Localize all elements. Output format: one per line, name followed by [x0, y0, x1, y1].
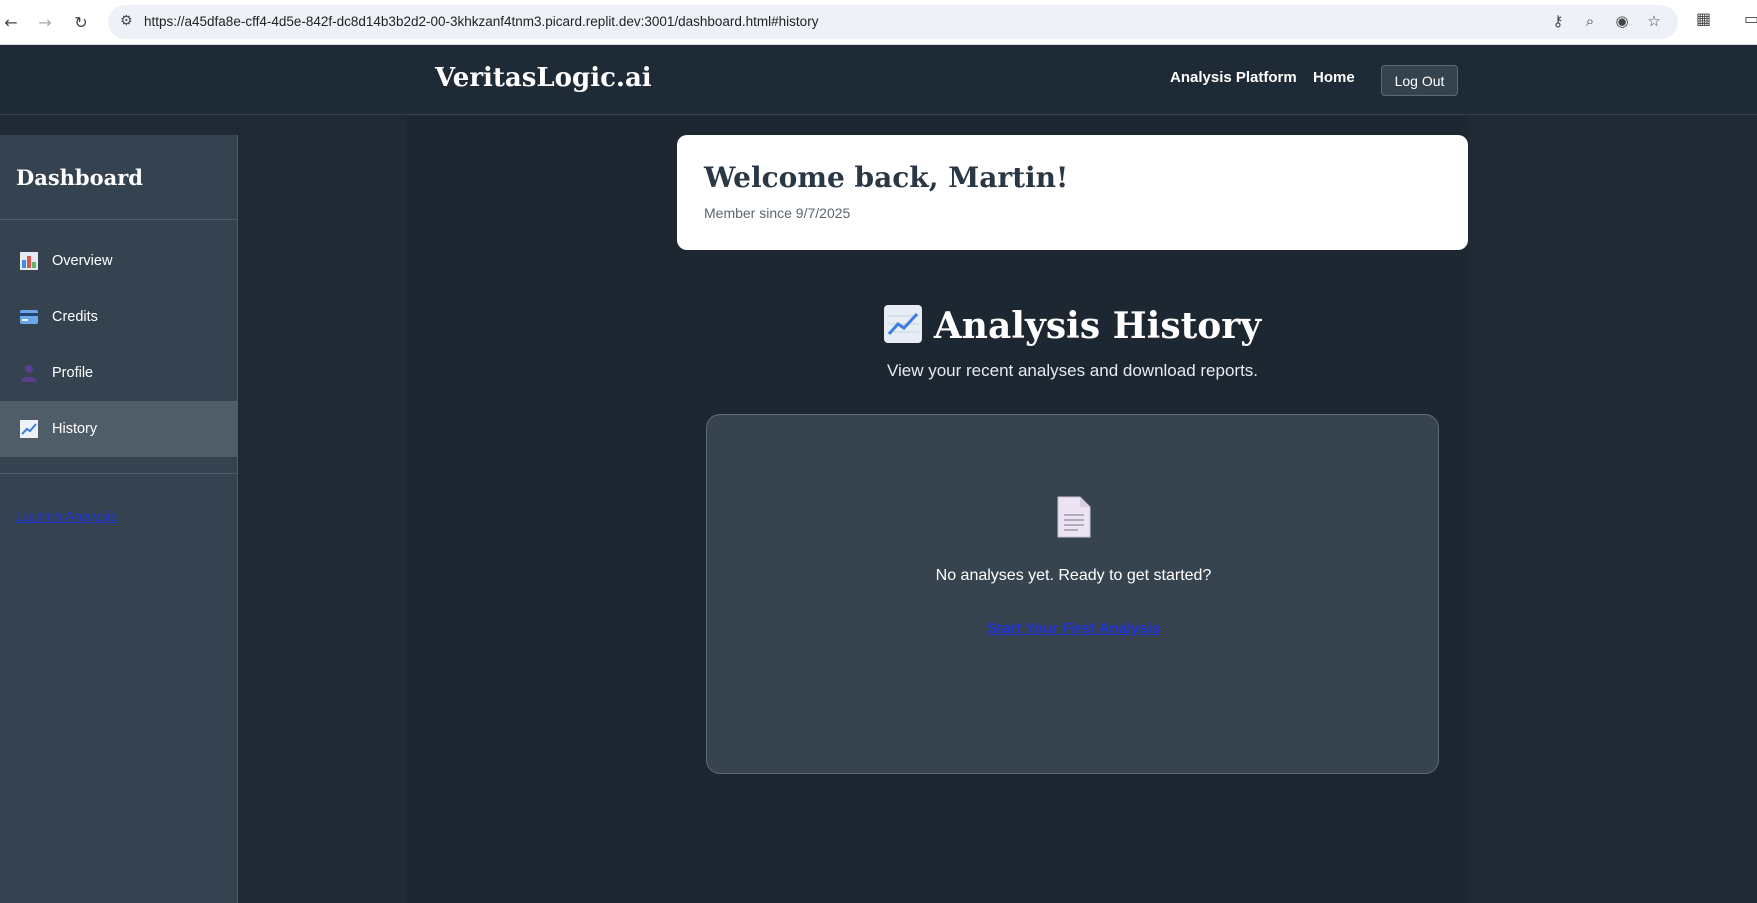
sidebar-divider [0, 473, 238, 474]
reload-icon[interactable]: ↻ [70, 11, 92, 33]
nav-home[interactable]: Home [1313, 69, 1355, 86]
browser-toolbar: ← → ↻ ⚙ https://a45dfa8e-cff4-4d5e-842f-… [0, 0, 1757, 45]
address-bar[interactable]: ⚙ https://a45dfa8e-cff4-4d5e-842f-dc8d14… [108, 5, 1678, 39]
key-icon[interactable]: ⚷ [1548, 12, 1568, 30]
launch-analysis-link[interactable]: Launch Analysis [16, 508, 117, 524]
document-icon [1056, 495, 1092, 539]
user-icon [20, 364, 38, 382]
welcome-title: Welcome back, Martin! [704, 161, 1069, 194]
nav-analysis-platform[interactable]: Analysis Platform [1170, 69, 1297, 86]
member-since: Member since 9/7/2025 [704, 205, 851, 221]
history-subtitle: View your recent analyses and download r… [886, 361, 1259, 380]
credit-card-icon [20, 308, 38, 326]
welcome-card: Welcome back, Martin! Member since 9/7/2… [677, 135, 1468, 250]
extensions-icon[interactable]: ▦ [1696, 9, 1711, 28]
sidebar-item-history[interactable]: History [0, 401, 238, 457]
sidebar-item-label: Credits [52, 309, 98, 325]
sidebar-item-overview[interactable]: Overview [0, 233, 238, 289]
sidebar-item-credits[interactable]: Credits [0, 289, 238, 345]
eye-off-icon[interactable]: ◉ [1612, 12, 1632, 30]
trend-chart-icon [20, 420, 38, 438]
sidebar-title: Dashboard [16, 165, 143, 190]
brand-logo[interactable]: VeritasLogic.ai [435, 63, 652, 93]
side-panel-icon[interactable]: ▭ [1744, 9, 1757, 28]
sidebar: Dashboard Overview Credits Profile Histo… [0, 135, 238, 903]
sidebar-item-label: Profile [52, 365, 94, 381]
star-icon[interactable]: ☆ [1644, 12, 1664, 30]
sidebar-item-profile[interactable]: Profile [0, 345, 238, 401]
empty-message: No analyses yet. Ready to get started? [935, 567, 1212, 584]
sidebar-item-label: History [52, 421, 98, 437]
zoom-icon[interactable]: ⌕ [1580, 12, 1600, 30]
back-icon[interactable]: ← [0, 11, 22, 33]
site-header: VeritasLogic.ai Analysis Platform Home L… [0, 45, 1757, 115]
page-title: Analysis History [677, 305, 1468, 347]
bar-chart-icon [20, 252, 38, 270]
site-info-icon[interactable]: ⚙ [120, 13, 133, 29]
empty-state-card: No analyses yet. Ready to get started? S… [706, 414, 1439, 774]
start-analysis-link[interactable]: Start Your First Analysis [707, 620, 1440, 637]
history-title-text: Analysis History [933, 305, 1262, 347]
logout-button[interactable]: Log Out [1381, 65, 1458, 96]
url-text[interactable]: https://a45dfa8e-cff4-4d5e-842f-dc8d14b3… [144, 14, 818, 29]
forward-icon[interactable]: → [34, 11, 56, 33]
sidebar-item-label: Overview [52, 253, 113, 269]
trend-chart-icon [883, 305, 922, 343]
sidebar-divider [0, 219, 238, 220]
